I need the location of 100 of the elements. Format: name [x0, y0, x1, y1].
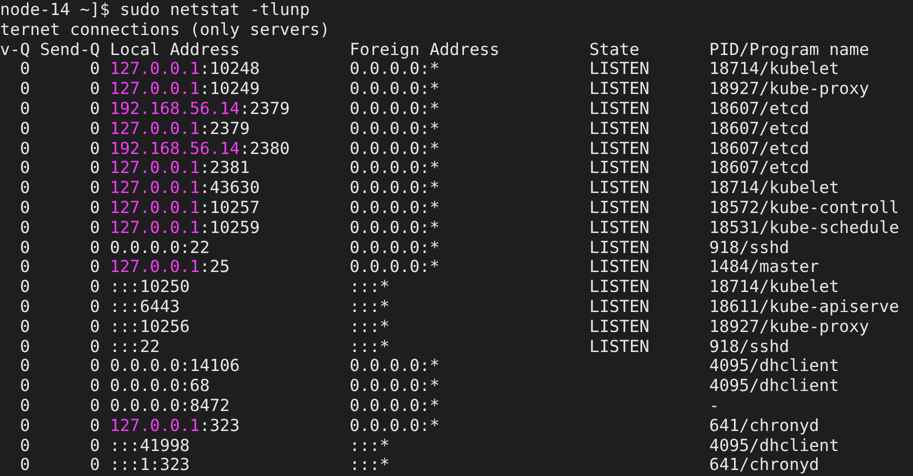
program-cell: 918/sshd — [709, 336, 790, 356]
send-q-cell: 0 — [90, 416, 100, 435]
local-address-cell: 127.0.0.1:2379 — [110, 118, 250, 138]
foreign-address-cell: 0.0.0.0:* — [350, 218, 440, 237]
local-address-cell: 127.0.0.1:10248 — [110, 59, 260, 78]
program-cell: 18611/kube-apiserve — [709, 296, 900, 316]
send-q-cell: 0 — [90, 238, 100, 257]
program-cell: 18714/kubelet — [709, 59, 840, 78]
foreign-address-cell: :::* — [350, 436, 390, 455]
send-q-cell: 0 — [90, 257, 100, 276]
send-q-cell: 0 — [90, 198, 100, 217]
send-q-cell: 0 — [90, 98, 100, 118]
recv-q-cell: 0 — [20, 396, 30, 415]
local-address-cell: :::22 — [110, 336, 160, 356]
local-address-cell: :::1:323 — [110, 455, 190, 474]
send-q-cell: 0 — [90, 277, 100, 296]
local-address-cell: :::10256 — [110, 316, 190, 336]
state-cell: LISTEN — [589, 118, 650, 138]
state-cell: LISTEN — [589, 138, 650, 158]
recv-q-cell: 0 — [20, 79, 30, 98]
send-q-cell: 0 — [90, 455, 100, 474]
foreign-address-cell: :::* — [350, 277, 390, 296]
program-cell: 18607/etcd — [709, 138, 810, 158]
recv-q-header: v-Q — [0, 40, 30, 59]
local-address-header: Local Address — [110, 40, 240, 59]
local-address-cell: 0.0.0.0:68 — [110, 376, 210, 396]
recv-q-cell: 0 — [20, 118, 30, 138]
state-cell: LISTEN — [589, 198, 650, 217]
foreign-address-cell: 0.0.0.0:* — [350, 416, 440, 435]
state-cell: LISTEN — [589, 238, 650, 257]
foreign-address-cell: 0.0.0.0:* — [350, 98, 440, 118]
recv-q-cell: 0 — [20, 138, 30, 158]
state-cell: LISTEN — [589, 296, 650, 316]
recv-q-cell: 0 — [20, 316, 30, 336]
local-address-cell: :::6443 — [110, 296, 180, 316]
local-address-cell: 127.0.0.1:10257 — [110, 198, 260, 217]
send-q-cell: 0 — [90, 356, 100, 376]
program-cell: 641/chronyd — [709, 455, 820, 474]
send-q-cell: 0 — [90, 178, 100, 198]
foreign-address-cell: 0.0.0.0:* — [350, 158, 440, 178]
program-cell: 18572/kube-controll — [709, 198, 900, 217]
state-cell: LISTEN — [589, 158, 650, 178]
foreign-address-cell: 0.0.0.0:* — [350, 178, 440, 198]
recv-q-cell: 0 — [20, 59, 30, 78]
state-cell: LISTEN — [589, 336, 650, 356]
state-cell: LISTEN — [589, 218, 650, 237]
command-line: node-14 ~]$ sudo netstat -tlunp — [0, 0, 310, 19]
foreign-address-cell: 0.0.0.0:* — [350, 356, 440, 376]
program-cell: 18607/etcd — [709, 118, 810, 138]
recv-q-cell: 0 — [20, 238, 30, 257]
foreign-address-cell: 0.0.0.0:* — [350, 138, 440, 158]
local-address-cell: 0.0.0.0:8472 — [110, 396, 230, 415]
foreign-address-cell: 0.0.0.0:* — [350, 59, 440, 78]
recv-q-cell: 0 — [20, 98, 30, 118]
foreign-address-cell: 0.0.0.0:* — [350, 376, 440, 396]
recv-q-cell: 0 — [20, 356, 30, 376]
send-q-cell: 0 — [90, 118, 100, 138]
program-cell: 18607/etcd — [709, 158, 810, 178]
local-address-cell: 127.0.0.1:323 — [110, 416, 240, 435]
program-header: PID/Program name — [709, 40, 870, 59]
local-address-cell: 0.0.0.0:14106 — [110, 356, 240, 376]
recv-q-cell: 0 — [20, 336, 30, 356]
program-cell: 18927/kube-proxy — [709, 316, 870, 336]
send-q-header: Send-Q — [40, 40, 100, 59]
foreign-address-cell: 0.0.0.0:* — [350, 198, 440, 217]
program-cell: 4095/dhclient — [709, 376, 840, 396]
local-address-cell: 127.0.0.1:10249 — [110, 79, 260, 98]
local-address-cell: 127.0.0.1:2381 — [110, 158, 250, 178]
send-q-cell: 0 — [90, 316, 100, 336]
foreign-address-cell: 0.0.0.0:* — [350, 257, 440, 276]
foreign-address-cell: :::* — [350, 296, 390, 316]
state-cell: LISTEN — [589, 257, 650, 276]
recv-q-cell: 0 — [20, 436, 30, 455]
state-cell: LISTEN — [589, 79, 650, 98]
send-q-cell: 0 — [90, 59, 100, 78]
local-address-cell: 192.168.56.14:2380 — [110, 138, 290, 158]
recv-q-cell: 0 — [20, 296, 30, 316]
state-cell: LISTEN — [589, 277, 650, 296]
program-cell: 1484/master — [709, 257, 820, 276]
program-cell: 918/sshd — [709, 238, 790, 257]
recv-q-cell: 0 — [20, 277, 30, 296]
program-cell: 18714/kubelet — [709, 277, 840, 296]
state-cell: LISTEN — [589, 316, 650, 336]
program-cell: 4095/dhclient — [709, 356, 840, 376]
local-address-cell: 0.0.0.0:22 — [110, 238, 210, 257]
foreign-address-cell: 0.0.0.0:* — [350, 118, 440, 138]
send-q-cell: 0 — [90, 436, 100, 455]
send-q-cell: 0 — [90, 79, 100, 98]
send-q-cell: 0 — [90, 158, 100, 178]
foreign-address-cell: :::* — [350, 336, 390, 356]
foreign-address-header: Foreign Address — [350, 40, 500, 59]
program-cell: - — [709, 396, 720, 415]
program-cell: 641/chronyd — [709, 416, 820, 435]
send-q-cell: 0 — [90, 138, 100, 158]
local-address-cell: 127.0.0.1:43630 — [110, 178, 260, 198]
send-q-cell: 0 — [90, 296, 100, 316]
recv-q-cell: 0 — [20, 416, 30, 435]
recv-q-cell: 0 — [20, 178, 30, 198]
state-cell: LISTEN — [589, 59, 650, 78]
send-q-cell: 0 — [90, 376, 100, 396]
